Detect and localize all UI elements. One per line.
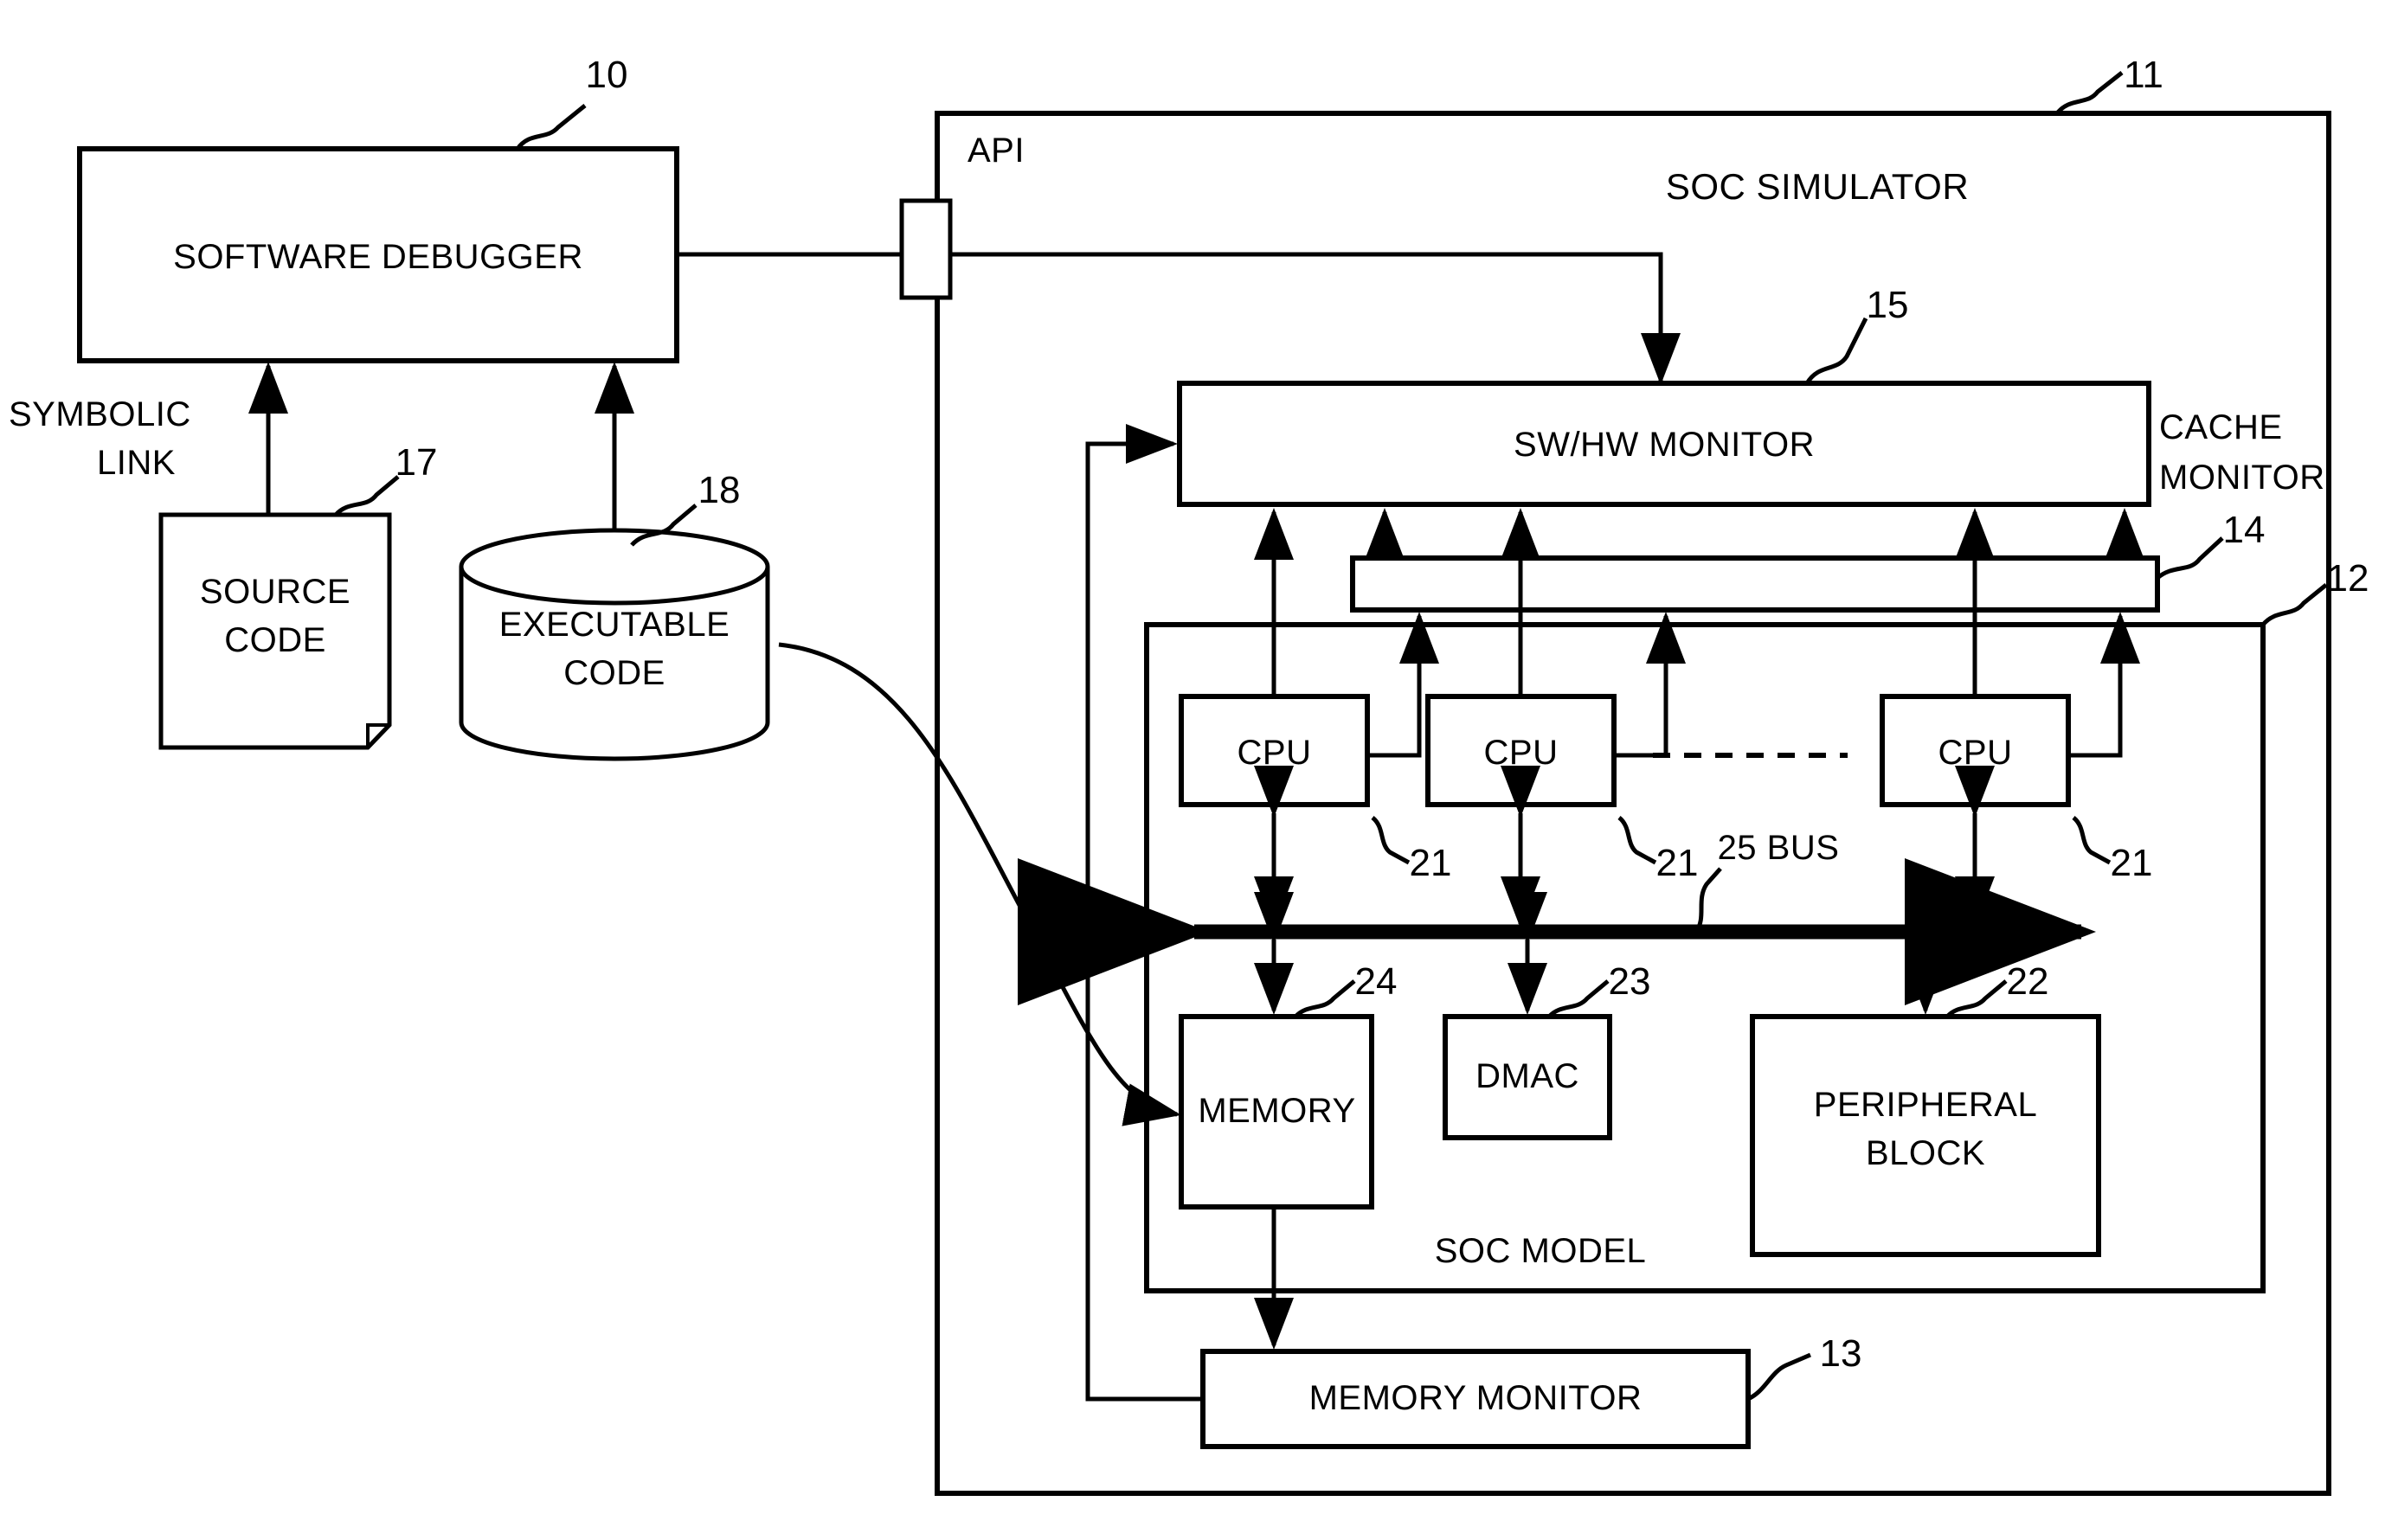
ref-21c-label: 21 <box>2110 842 2153 884</box>
diagram-canvas: SOFTWARE DEBUGGER 10 SYMBOLIC LINK SOURC… <box>0 0 2398 1540</box>
api-connector-box <box>899 198 953 300</box>
ref-12-label: 12 <box>2326 557 2369 600</box>
cpu1-to-cache-bar-line <box>1367 612 1440 758</box>
ref-24-label: 24 <box>1354 960 1398 1003</box>
cpu-3-label: CPU <box>1938 734 2013 772</box>
soc-simulator-label: SOC SIMULATOR <box>1665 166 1970 207</box>
soc-model-box <box>1144 622 2266 1293</box>
ref-15-label: 15 <box>1866 284 1909 326</box>
symbolic-link-label-line1: SYMBOLIC <box>9 395 191 433</box>
cpu2-to-cache-bar-line <box>1614 612 1687 758</box>
cpu-1-label: CPU <box>1237 734 1312 772</box>
cache-monitor-bar <box>1350 555 2160 613</box>
cpu3-to-cache-bar-line <box>2068 612 2141 758</box>
ref-13-label: 13 <box>1819 1332 1862 1375</box>
cache-monitor-label-line1: CACHE <box>2159 408 2283 446</box>
leader-15 <box>1804 317 1868 385</box>
ref-14-label: 14 <box>2222 509 2266 551</box>
bus-label: 25 BUS <box>1717 829 1840 867</box>
swhw-monitor-label: SW/HW MONITOR <box>1514 426 1815 464</box>
ref-21a-label: 21 <box>1409 842 1452 884</box>
api-label: API <box>968 132 1025 170</box>
executable-code-label-line2: CODE <box>563 654 665 692</box>
memory-label: MEMORY <box>1198 1092 1356 1130</box>
executable-code-cylinder-top <box>459 528 770 606</box>
symbolic-link-label-line2: LINK <box>97 444 176 482</box>
peripheral-block-label-line1: PERIPHERAL <box>1813 1086 2038 1124</box>
dmac-label: DMAC <box>1475 1057 1579 1095</box>
source-code-label-line1: SOURCE <box>199 573 351 611</box>
ref-22-label: 22 <box>2006 960 2049 1003</box>
executable-to-memory-curve <box>778 642 1181 1126</box>
ref-17-label: 17 <box>395 441 438 484</box>
api-to-swhw-line <box>950 252 1681 385</box>
executable-code-label-line1: EXECUTABLE <box>498 606 730 644</box>
cpu-2-label: CPU <box>1483 734 1559 772</box>
soc-model-label: SOC MODEL <box>1434 1232 1647 1270</box>
ref-11-label: 11 <box>2124 54 2163 96</box>
source-code-label-line2: CODE <box>224 621 326 659</box>
ref-18-label: 18 <box>698 469 741 511</box>
ref-10-label: 10 <box>585 54 628 96</box>
memory-monitor-label: MEMORY MONITOR <box>1308 1379 1643 1417</box>
leader-10 <box>515 104 587 151</box>
software-debugger-label: SOFTWARE DEBUGGER <box>173 238 583 276</box>
cache-monitor-label-line2: MONITOR <box>2159 459 2325 497</box>
ref-23-label: 23 <box>1608 960 1651 1003</box>
peripheral-block-label-line2: BLOCK <box>1865 1134 1986 1172</box>
